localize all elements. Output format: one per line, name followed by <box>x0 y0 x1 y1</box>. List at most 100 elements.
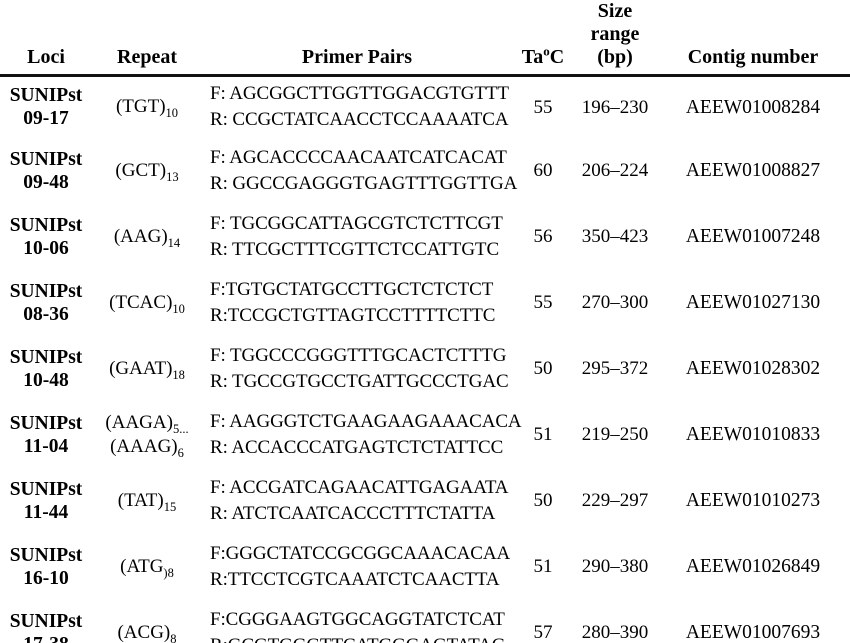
cell-repeat: (AAGA)5... (AAAG)6 <box>92 402 202 468</box>
repeat-motif-1: (TCAC) <box>109 291 173 313</box>
cell-size-range: 350–423 <box>581 226 649 247</box>
cell-contig-number: AEEW01008284 <box>685 96 821 118</box>
cell-primer-pairs: F: TGCGGCATTAGCGTCTCTTCGT R: TTCGCTTTCGTT… <box>202 204 512 270</box>
table-row: SUNIPst 16-10 (ATG)8 F:GGGCTATCCGCGGCAAACAC… <box>0 534 850 600</box>
repeat-count-1: 15 <box>163 499 177 514</box>
loci-line-2: 11-04 <box>23 435 69 457</box>
repeat-motif-1: (AAG) <box>113 225 168 247</box>
cell-repeat: (GCT)13 <box>92 138 202 204</box>
repeat-line-1: (AAG)14 <box>96 225 198 249</box>
primer-reverse: R: GGCCGAGGGTGAGTTTGGTTGA <box>210 172 518 194</box>
loci-line-1: SUNIPst <box>9 148 83 170</box>
loci-line-1: SUNIPst <box>9 412 83 434</box>
loci-line-2: 09-17 <box>23 108 69 130</box>
loci-line-1: SUNIPst <box>9 544 83 566</box>
repeat-count-2: 6 <box>177 445 184 460</box>
ta-label-tail: C <box>549 46 565 68</box>
column-header-loci: Loci <box>0 0 92 77</box>
table-body: SUNIPst 09-17 (TGT)10 F: AGCGGCTTGGTTGGACGT… <box>0 76 850 643</box>
cell-size-range: 280–390 <box>581 622 649 643</box>
repeat-motif-1: (ACG) <box>117 621 171 643</box>
primer-forward: F:GGGCTATCCGCGGCAAACACAA <box>210 542 511 564</box>
loci-line-1: SUNIPst <box>9 214 83 236</box>
cell-primer-pairs: F: AGCACCCCAACAATCATCACAT R: GGCCGAGGGTGA… <box>202 138 518 204</box>
cell-loci: SUNIPst 09-17 <box>0 76 92 138</box>
repeat-motif-1: (TAT) <box>117 489 164 511</box>
primer-forward: F:CGGGAAGTGGCAGGTATCTCAT <box>210 608 505 630</box>
repeat-line-1: (GCT)13 <box>96 159 198 183</box>
cell-size-range: 196–230 <box>581 96 649 118</box>
cell-loci: SUNIPst 11-44 <box>0 468 92 534</box>
loci-line-2: 09-48 <box>23 171 69 193</box>
loci-line-2: 16-10 <box>23 567 69 589</box>
loci-line-2: 17-38 <box>4 633 88 643</box>
cell-annealing-temperature: 50 <box>533 490 553 511</box>
cell-contig-number: AEEW01007248 <box>685 226 821 247</box>
cell-repeat: (TGT)10 <box>92 76 202 138</box>
cell-loci: SUNIPst 08-36 <box>0 270 92 336</box>
table-row: SUNIPst 09-48 (GCT)13 F: AGCACCCCAACAATCATC… <box>0 138 850 204</box>
cell-contig-number: AEEW01027130 <box>685 292 821 313</box>
ta-label-base: Ta <box>521 46 544 68</box>
column-header-primer-pairs-label: Primer Pairs <box>301 46 413 68</box>
repeat-motif-1: (GCT) <box>115 159 167 181</box>
primer-forward: F: AGCACCCCAACAATCATCACAT <box>210 146 507 168</box>
repeat-line-1: (TCAC)10 <box>96 291 198 315</box>
loci-line-1: SUNIPst <box>9 610 83 632</box>
primer-reverse: R: CCGCTATCAACCTCCAAAATCA <box>210 109 509 131</box>
primer-reverse: R:GCGTGGGTTCATGGGAGTATAG <box>210 633 508 643</box>
header-row: Loci Repeat Primer Pairs TaoC Size range <box>0 0 850 77</box>
repeat-motif-1: (ATG <box>120 555 164 577</box>
primer-pairs-table: Loci Repeat Primer Pairs TaoC Size range <box>0 0 850 643</box>
header-spacer <box>96 25 198 46</box>
loci-line-2: 11-44 <box>23 501 69 523</box>
header-spacer <box>660 25 846 46</box>
cell-annealing-temperature: 50 <box>533 358 553 379</box>
cell-repeat: (ACG)8 <box>92 600 202 643</box>
repeat-count-1: )8 <box>163 565 174 580</box>
cell-annealing-temperature: 51 <box>533 556 553 577</box>
repeat-count-1: 10 <box>165 106 179 121</box>
table-row: SUNIPst 10-48 (GAAT)18 F: TGGCCCGGGTTTGCACT… <box>0 336 850 402</box>
cell-contig-number: AEEW01008827 <box>685 160 821 181</box>
repeat-line-1: (ATG)8 <box>96 555 198 579</box>
repeat-line-1: (TGT)10 <box>96 95 198 119</box>
cell-primer-pairs: F: TGGCCCGGGTTTGCACTCTTTG R: TGCCGTGCCTGA… <box>202 336 512 402</box>
cell-loci: SUNIPst 09-48 <box>0 138 92 204</box>
table-row: SUNIPst17-38(ACG)8F:CGGGAAGTGGCAGGTATCTC… <box>0 600 850 643</box>
cell-annealing-temperature: 56 <box>533 226 553 247</box>
repeat-line-1: (GAAT)18 <box>96 357 198 381</box>
cell-size-range: 290–380 <box>581 556 649 577</box>
cell-primer-pairs: F: AGCGGCTTGGTTGGACGTGTTT R: CCGCTATCAACC… <box>202 76 512 138</box>
table-row: SUNIPst 11-44 (TAT)15 F: ACCGATCAGAACATTGAG… <box>0 468 850 534</box>
cell-primer-pairs: F: ACCGATCAGAACATTGAGAATA R: ATCTCAATCACC… <box>202 468 512 534</box>
repeat-count-1: 18 <box>172 367 185 382</box>
cell-loci: SUNIPst17-38 <box>0 600 92 643</box>
table-row: SUNIPst 10-06 (AAG)14 F: TGCGGCATTAGCGTCTCT… <box>0 204 850 270</box>
table-row: SUNIPst 09-17 (TGT)10 F: AGCGGCTTGGTTGGACGT… <box>0 76 850 138</box>
cell-repeat: (AAG)14 <box>92 204 202 270</box>
cell-size-range: 295–372 <box>581 358 649 379</box>
cell-contig-number: AEEW01007693 <box>685 622 821 643</box>
column-header-loci-label: Loci <box>27 46 65 68</box>
primer-forward: F: AGCGGCTTGGTTGGACGTGTTT <box>210 83 509 105</box>
cell-primer-pairs: F: AAGGGTCTGAAGAAGAAACACA R: ACCACCCATGAG… <box>202 402 522 468</box>
primer-forward: F: ACCGATCAGAACATTGAGAATA <box>210 476 509 498</box>
loci-line-1: SUNIPst <box>9 346 83 368</box>
size-header-line-2: range <box>590 23 640 45</box>
cell-annealing-temperature: 60 <box>533 160 553 181</box>
primer-reverse: R: TGCCGTGCCTGATTGCCCTGAC <box>210 370 509 392</box>
repeat-line-2: (AAAG)6 <box>96 435 198 459</box>
primer-forward: F: AAGGGTCTGAAGAAGAAACACA <box>210 410 522 432</box>
column-header-primer-pairs: Primer Pairs <box>202 0 512 77</box>
size-header-line-1: Size <box>597 0 633 22</box>
primer-reverse: R:TTCCTCGTCAAATCTCAACTTA <box>210 568 500 590</box>
column-header-contig-label: Contig number <box>687 46 819 68</box>
cell-size-range: 229–297 <box>581 490 649 511</box>
table-row: SUNIPst 11-04 (AAGA)5... (AAAG)6 F: AAGGGTCT… <box>0 402 850 468</box>
table-sheet: Loci Repeat Primer Pairs TaoC Size range <box>0 0 850 643</box>
header-spacer <box>206 25 508 46</box>
repeat-count-1: 10 <box>172 301 185 316</box>
cell-size-range: 270–300 <box>581 292 649 313</box>
repeat-count-1: 8 <box>170 631 177 643</box>
